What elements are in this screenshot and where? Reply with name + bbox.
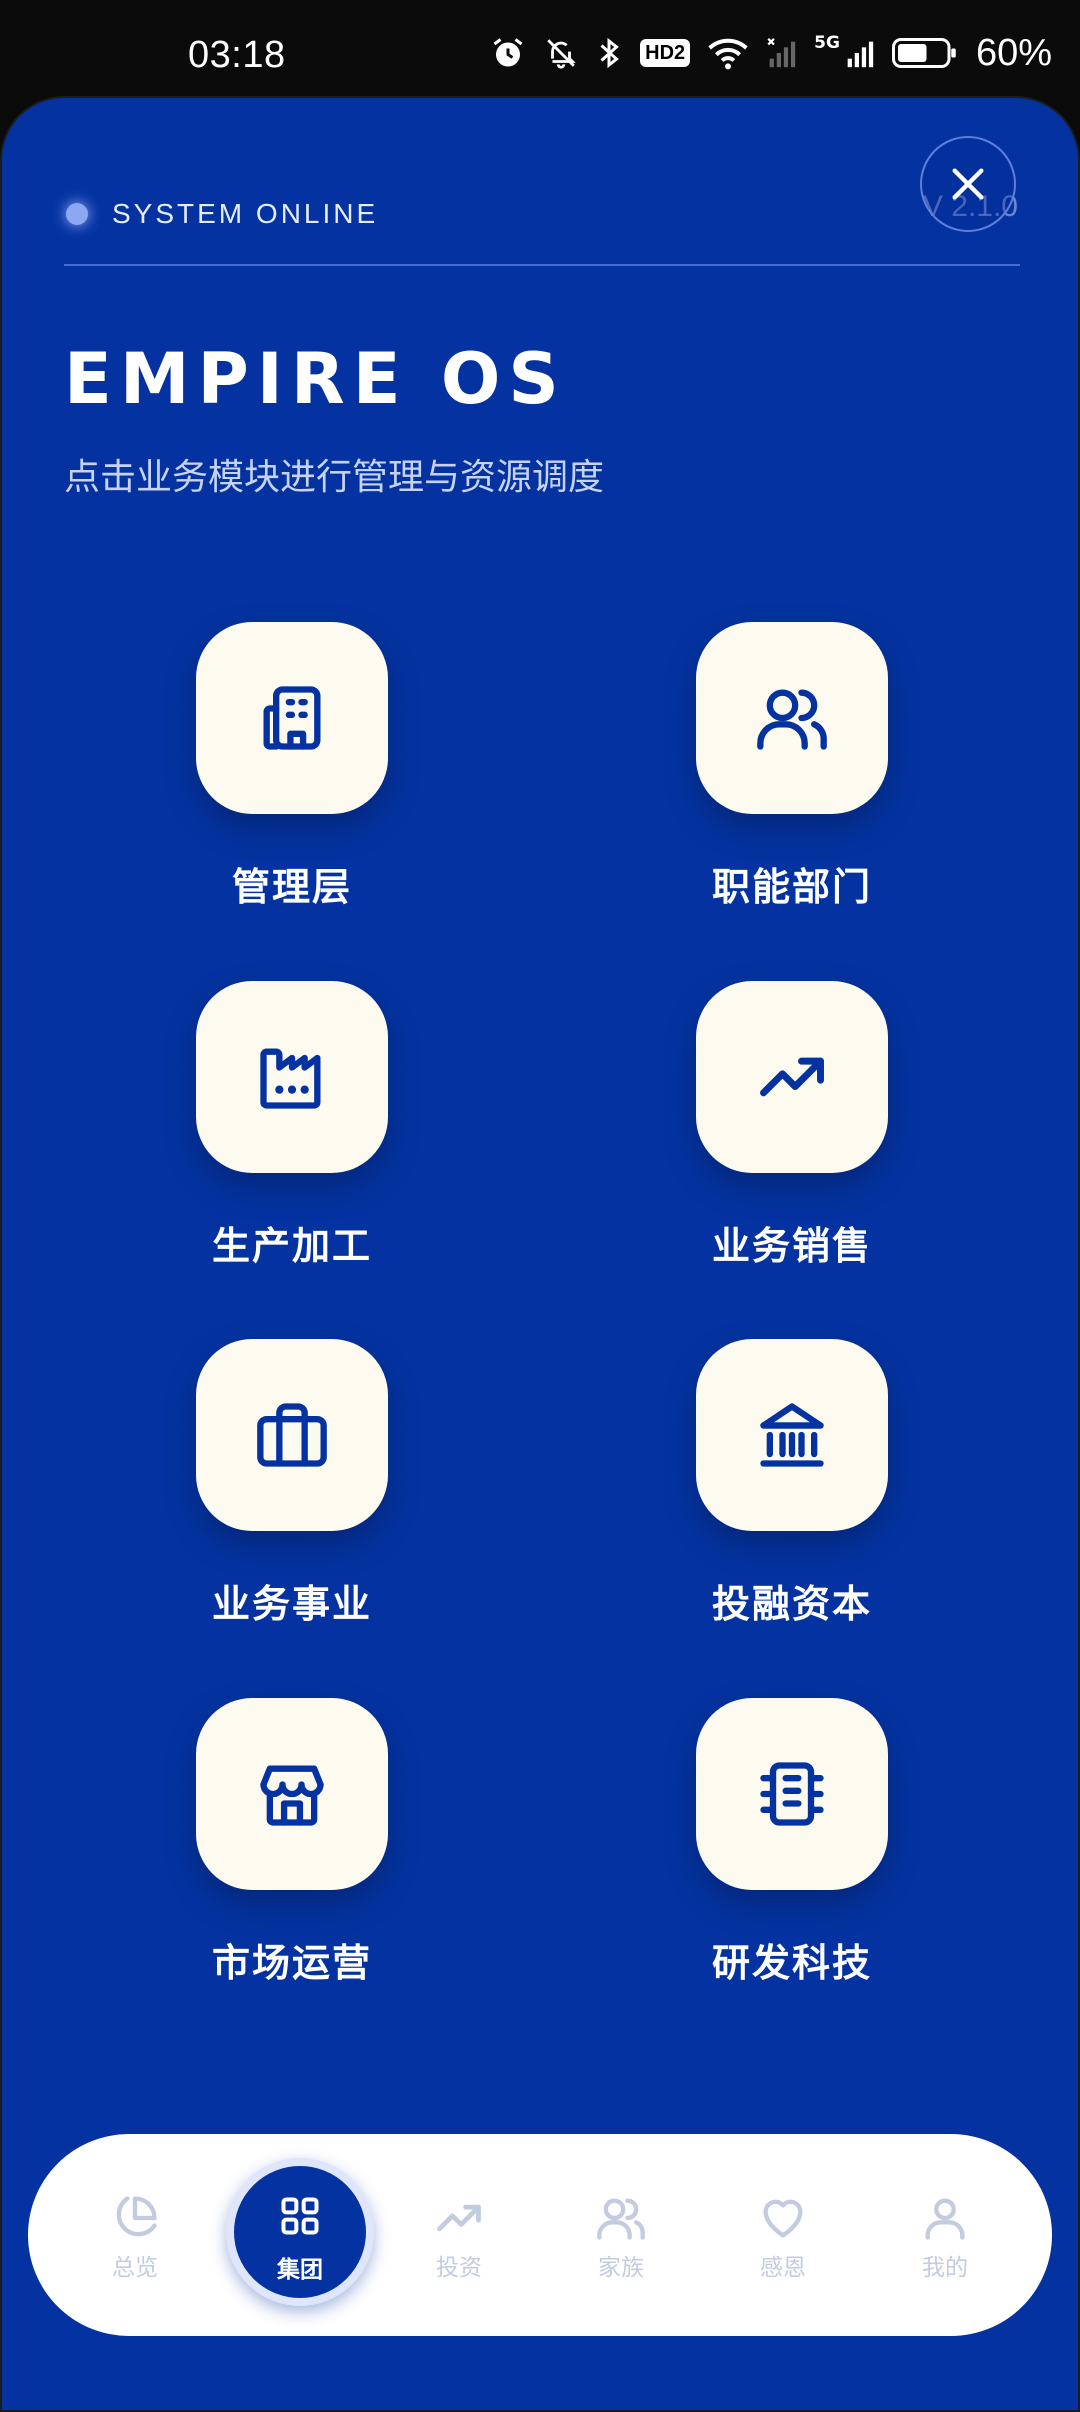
nav-item-family[interactable]: 家族 — [566, 2192, 676, 2282]
grid-icon — [281, 2197, 319, 2235]
building-icon — [263, 686, 321, 750]
module-tile[interactable] — [196, 981, 388, 1173]
users-icon — [757, 689, 827, 750]
nav-label: 家族 — [598, 2255, 644, 2281]
status-dot-icon — [66, 203, 88, 225]
briefcase-icon — [257, 1403, 327, 1467]
module-label: 投融资本 — [711, 1582, 872, 1626]
module-label: 生产加工 — [211, 1224, 372, 1268]
user-icon — [925, 2198, 965, 2240]
nav-item-overview[interactable]: 总览 — [80, 2192, 190, 2282]
status-icons: HD2 5G 60% — [490, 30, 1052, 76]
signal-no-sim-icon — [767, 38, 796, 68]
pie-chart-icon — [116, 2196, 157, 2237]
users-icon — [597, 2198, 645, 2240]
page-subtitle: 点击业务模块进行管理与资源调度 — [64, 457, 605, 498]
trending-up-icon — [760, 1057, 824, 1097]
network-type: 5G — [814, 33, 840, 53]
status-bar: 03:18 HD2 5G 60% — [0, 0, 1080, 96]
bank-icon — [760, 1403, 824, 1467]
module-tile[interactable] — [196, 1339, 388, 1531]
nav-label: 集团 — [277, 2257, 323, 2283]
module-tile[interactable] — [196, 622, 388, 814]
close-button[interactable] — [920, 136, 1016, 232]
module-tile[interactable] — [196, 1698, 388, 1890]
empire-os-panel: SYSTEM ONLINE V 2.1.0 EMPIRE OS 点击业务模块进行… — [0, 96, 1080, 2412]
nav-label: 投资 — [436, 2255, 482, 2281]
mute-bell-icon — [547, 39, 576, 69]
nav-label: 总览 — [112, 2255, 158, 2281]
store-icon — [260, 1765, 324, 1826]
close-icon — [952, 168, 984, 200]
heart-icon — [763, 2199, 803, 2238]
module-tile[interactable] — [696, 981, 888, 1173]
module-label: 研发科技 — [711, 1941, 872, 1985]
nav-item-profile[interactable]: 我的 — [890, 2192, 1000, 2282]
nav-label: 感恩 — [760, 2255, 806, 2281]
battery-icon — [891, 38, 956, 68]
system-status-text: SYSTEM ONLINE — [112, 198, 379, 229]
module-label: 业务事业 — [211, 1582, 372, 1626]
module-tile[interactable] — [696, 1339, 888, 1531]
alarm-icon — [493, 38, 523, 67]
signal-5g-icon — [847, 41, 874, 68]
page-title: EMPIRE OS — [64, 338, 567, 420]
module-tile[interactable] — [696, 622, 888, 814]
nav-item-group[interactable]: 集团 — [226, 2158, 374, 2306]
nav-item-gratitude[interactable]: 感恩 — [728, 2192, 838, 2282]
status-time: 03:18 — [188, 34, 286, 76]
module-label: 管理层 — [231, 865, 352, 909]
chip-icon — [760, 1762, 824, 1826]
module-label: 市场运营 — [211, 1941, 372, 1985]
bottom-nav: 总览 集团 投资 家族 感恩 我的 — [28, 2134, 1052, 2336]
module-tile[interactable] — [696, 1698, 888, 1890]
nav-item-invest[interactable]: 投资 — [404, 2192, 514, 2282]
hd-voice-icon: HD2 — [640, 39, 691, 67]
nav-label: 我的 — [922, 2255, 968, 2281]
wifi-icon — [708, 38, 748, 70]
bluetooth-icon — [600, 37, 619, 69]
header-divider — [64, 264, 1020, 266]
system-status: SYSTEM ONLINE — [66, 194, 378, 234]
factory-icon — [260, 1048, 321, 1109]
module-label: 职能部门 — [711, 865, 872, 909]
module-label: 业务销售 — [711, 1224, 872, 1268]
trending-up-icon — [437, 2204, 481, 2232]
battery-percent: 60% — [975, 31, 1052, 74]
